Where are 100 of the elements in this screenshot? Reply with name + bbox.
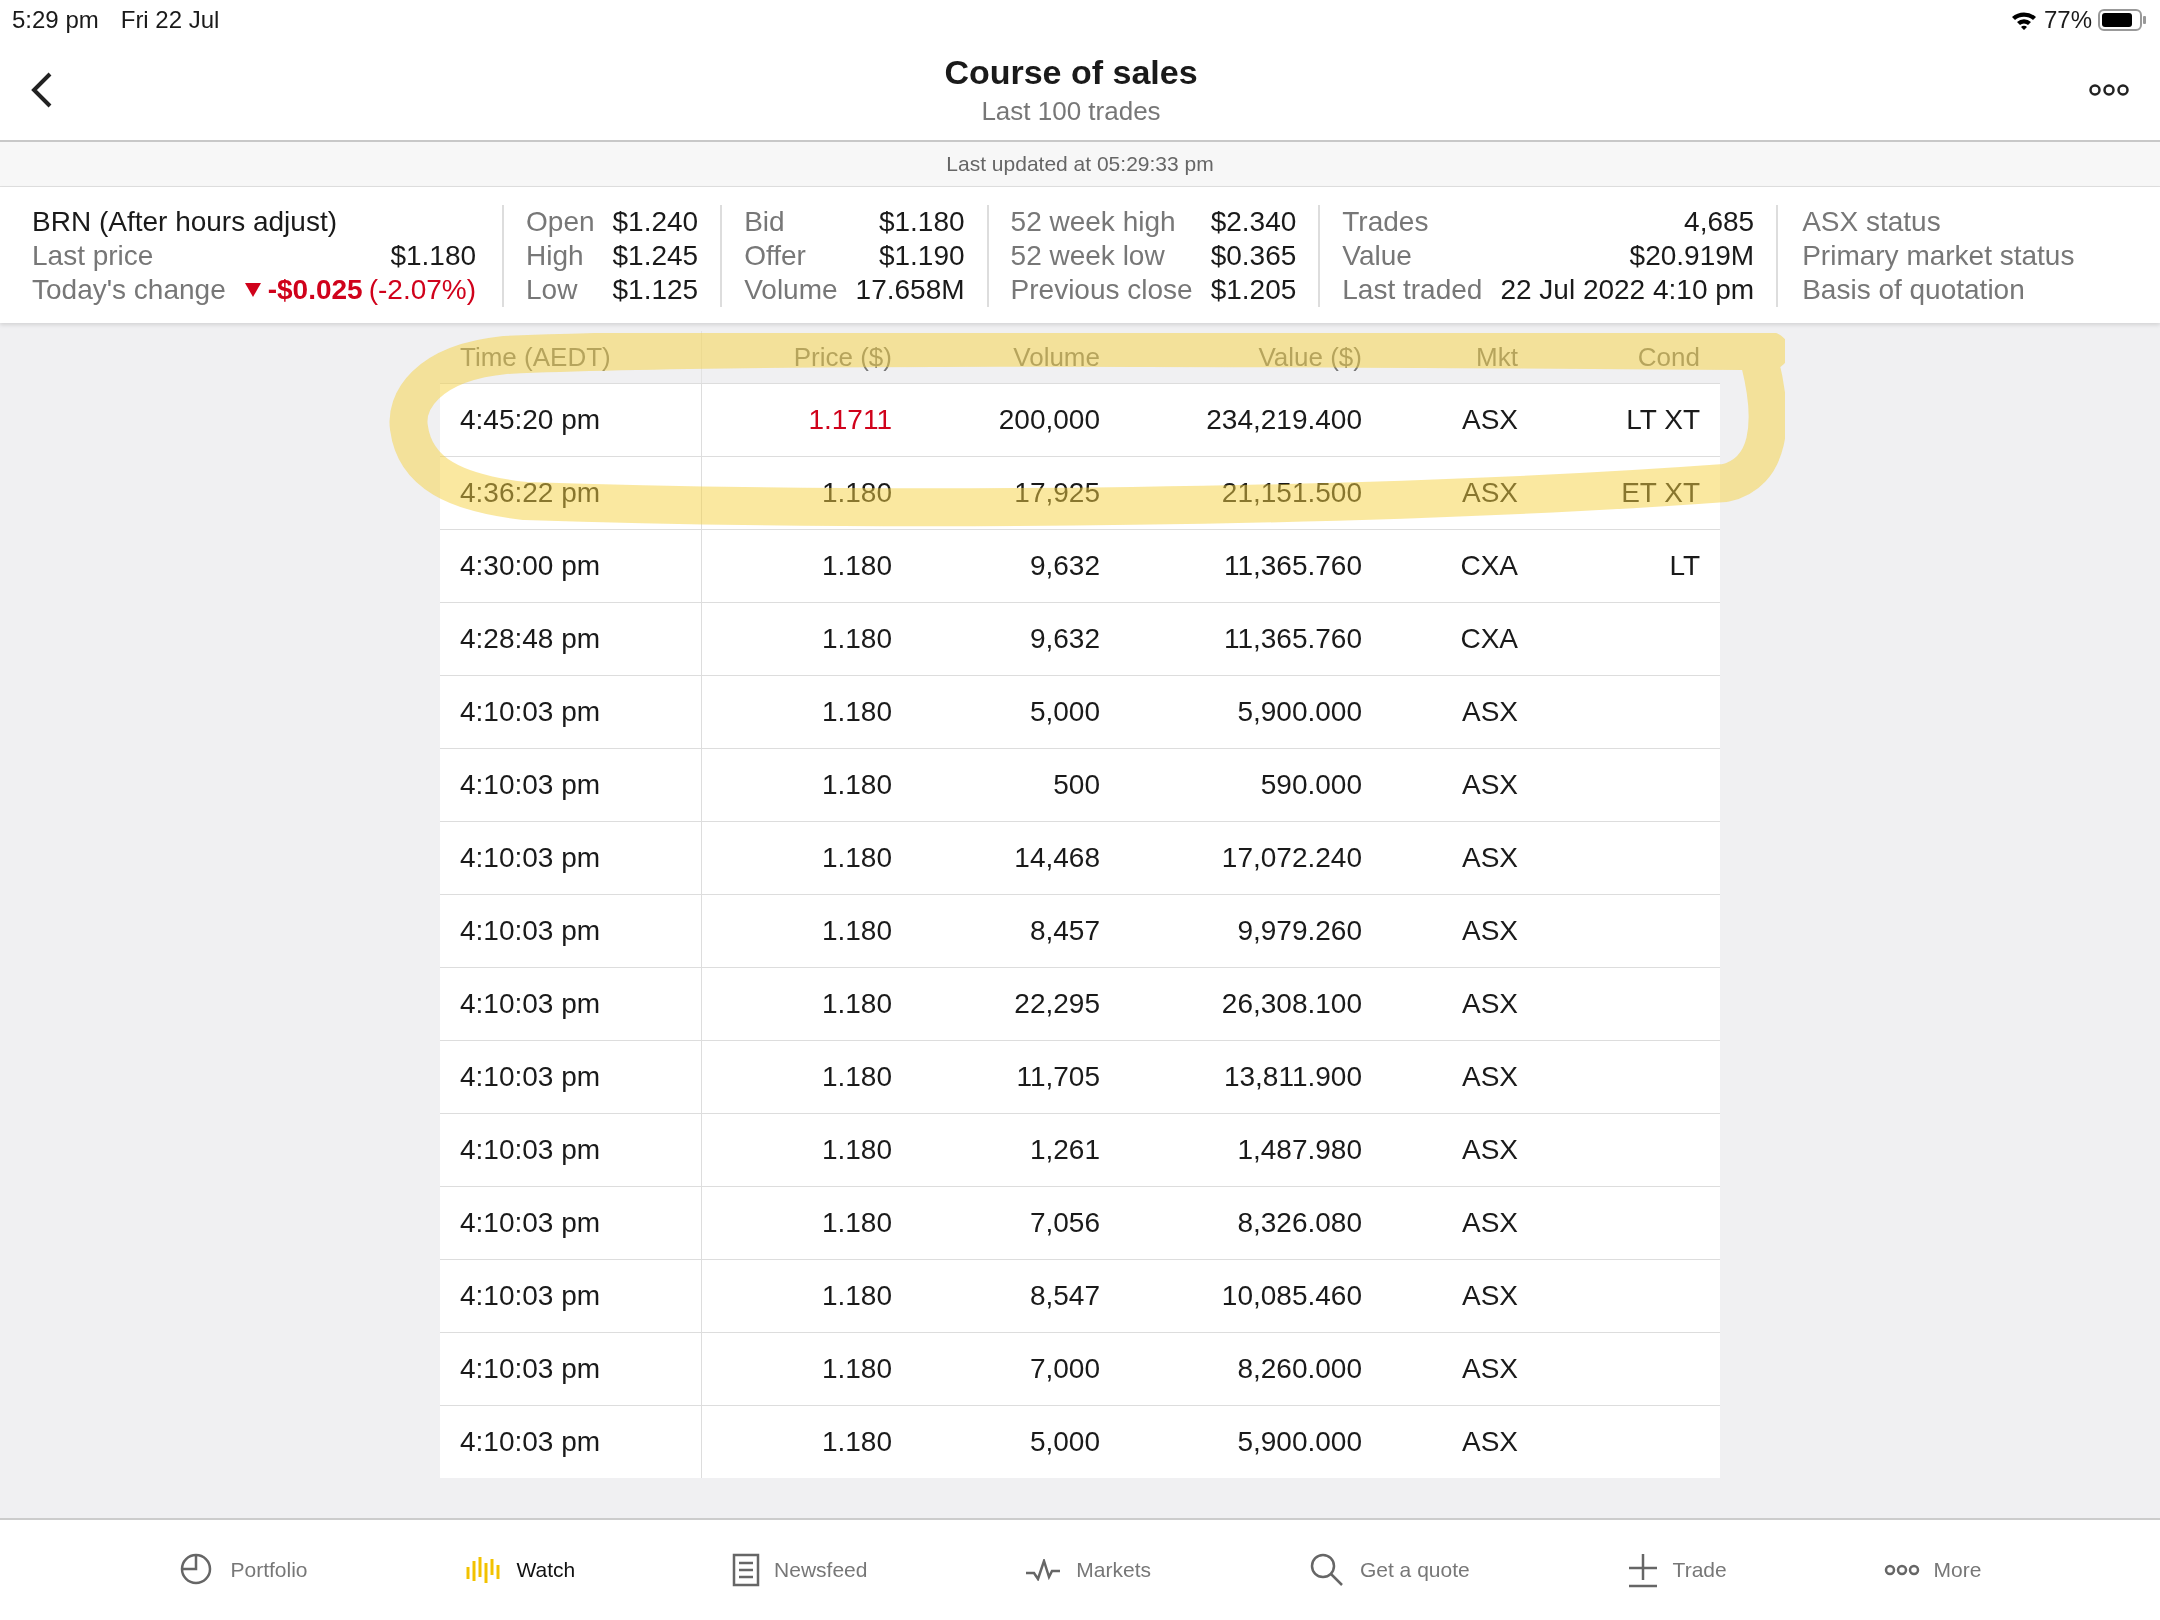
stat-value: $1.240 — [612, 205, 699, 239]
table-cell-text: 7,056 — [1028, 1207, 1100, 1239]
tab-item[interactable]: Newsfeed — [726, 1546, 874, 1594]
column-header: Cond — [1636, 341, 1700, 373]
stat-value: $1.245 — [612, 239, 699, 273]
table-cell-text: 1.180 — [820, 1280, 892, 1312]
change-percent: (-2.07%) — [368, 273, 477, 307]
table-cell-text: 5,900.000 — [1236, 1426, 1362, 1458]
stat-label: High — [526, 239, 585, 273]
column-header: Price ($) — [792, 341, 892, 373]
table-cell-text: 22,295 — [1013, 988, 1100, 1020]
table-cell-text: 590.000 — [1259, 769, 1362, 801]
table-cell-text: ASX — [1460, 1280, 1518, 1312]
tab-item[interactable]: Portfolio — [172, 1545, 314, 1595]
page-title: Course of sales — [944, 53, 1198, 92]
table-cell-text: ASX — [1460, 842, 1518, 874]
stat-value: 22 Jul 2022 4:10 pm — [1500, 273, 1755, 307]
table-cell-text: 1.180 — [820, 988, 892, 1020]
stat-label: Trades — [1342, 205, 1430, 239]
table-cell-text: 11,365.760 — [1222, 550, 1362, 582]
table-cell-text: 11,705 — [1015, 1061, 1100, 1093]
stat-label: Volume — [744, 273, 838, 307]
line-chart-icon — [1024, 1559, 1063, 1581]
column-header: Value ($) — [1257, 341, 1362, 373]
stat-label: Last price — [32, 239, 155, 273]
table-cell-text: 8,260.000 — [1236, 1353, 1362, 1385]
table-cell-text: ASX — [1460, 1207, 1518, 1239]
table-cell-text: 14,468 — [1013, 842, 1100, 874]
stat-value: $0.365 — [1210, 239, 1297, 273]
status-label: ASX status — [1802, 205, 1942, 239]
tab-item[interactable]: Watch — [458, 1547, 582, 1593]
battery-percent: 77% — [2043, 6, 2092, 34]
stat-value: $1.125 — [612, 273, 699, 307]
table-cell-text: ASX — [1460, 1134, 1518, 1166]
table-cell-text: 1.180 — [820, 769, 892, 801]
table-cell-text: ASX — [1460, 1061, 1518, 1093]
battery-icon — [2098, 8, 2148, 32]
table-cell-text: 1.180 — [820, 696, 892, 728]
stat-label: Open — [526, 205, 595, 239]
tab-item[interactable]: Markets — [1018, 1552, 1158, 1588]
more-icon — [1883, 1564, 1920, 1576]
stat-label: Offer — [744, 239, 807, 273]
table-cell-text: 1,261 — [1028, 1134, 1100, 1166]
table-cell-text: ET XT — [1620, 477, 1700, 509]
table-cell-text: 5,000 — [1028, 1426, 1100, 1458]
stat-label: 52 week low — [1010, 239, 1166, 273]
tab-item[interactable]: More — [1877, 1552, 1988, 1588]
tab-item[interactable]: Get a quote — [1301, 1545, 1476, 1595]
table-cell-text: 7,000 — [1028, 1353, 1100, 1385]
stat-value: $1.205 — [1210, 273, 1297, 307]
table-cell-text: 11,365.760 — [1222, 623, 1362, 655]
status-label: Primary market status — [1802, 239, 2075, 273]
table-cell-text: CXA — [1459, 623, 1518, 655]
stat-value: 17.658M — [855, 273, 965, 307]
table-cell-text: 26,308.100 — [1220, 988, 1362, 1020]
stat-label: 52 week high — [1010, 205, 1177, 239]
column-header: Mkt — [1475, 341, 1518, 373]
stat-label: Low — [526, 273, 579, 307]
table-cell-text: 5,000 — [1028, 696, 1100, 728]
table-cell-text: 9,979.260 — [1236, 915, 1362, 947]
table-cell-text: ASX — [1460, 477, 1518, 509]
table-cell-text: LT XT — [1625, 404, 1700, 436]
document-icon — [732, 1552, 761, 1588]
table-cell-text: LT — [1668, 550, 1700, 582]
table-cell-text: 1.180 — [820, 1061, 892, 1093]
table-cell-text: 1.180 — [820, 842, 892, 874]
stat-label: Value — [1342, 239, 1413, 273]
table-cell-text: 8,457 — [1028, 915, 1100, 947]
tab-item[interactable]: Trade — [1620, 1546, 1733, 1594]
table-cell-text: CXA — [1459, 550, 1518, 582]
stat-label: Last traded — [1342, 273, 1483, 307]
table-cell-text: 8,547 — [1028, 1280, 1100, 1312]
stock-name: BRN (After hours adjust) — [32, 205, 338, 239]
table-cell-text: ASX — [1460, 1426, 1518, 1458]
stat-value: $1.180 — [877, 205, 965, 239]
table-cell-text: 9,632 — [1028, 623, 1100, 655]
table-cell-text: 1.1711 — [807, 404, 892, 436]
last-updated-text: Last updated at 05:29:33 pm — [946, 152, 1214, 176]
page-subtitle: Last 100 trades — [981, 96, 1161, 127]
status-label: Basis of quotation — [1802, 273, 2026, 307]
table-cell-text: 200,000 — [997, 404, 1100, 436]
table-cell-text: 13,811.900 — [1222, 1061, 1362, 1093]
table-cell-text: 1.180 — [820, 1353, 892, 1385]
table-cell-text: 8,326.080 — [1236, 1207, 1362, 1239]
stat-value: 4,685 — [1683, 205, 1755, 239]
change-value: -$0.025 — [267, 273, 363, 307]
table-cell-text: 500 — [1052, 769, 1100, 801]
table-cell-text: 1.180 — [820, 1207, 892, 1239]
status-time: 5:29 pm — [12, 6, 99, 34]
table-cell-text: 9,632 — [1028, 550, 1100, 582]
stat-value: $1.180 — [389, 239, 477, 273]
stat-label: Today's change — [32, 273, 226, 307]
column-header: Volume — [1012, 341, 1100, 373]
table-cell-text: 10,085.460 — [1220, 1280, 1362, 1312]
table-cell-text: 1.180 — [820, 550, 892, 582]
table-cell-text: 1.180 — [820, 915, 892, 947]
stat-value: $2.340 — [1210, 205, 1297, 239]
table-cell-text: 1,487.980 — [1236, 1134, 1362, 1166]
table-cell-text: 1.180 — [820, 1134, 892, 1166]
table-cell-text: 17,072.240 — [1220, 842, 1362, 874]
